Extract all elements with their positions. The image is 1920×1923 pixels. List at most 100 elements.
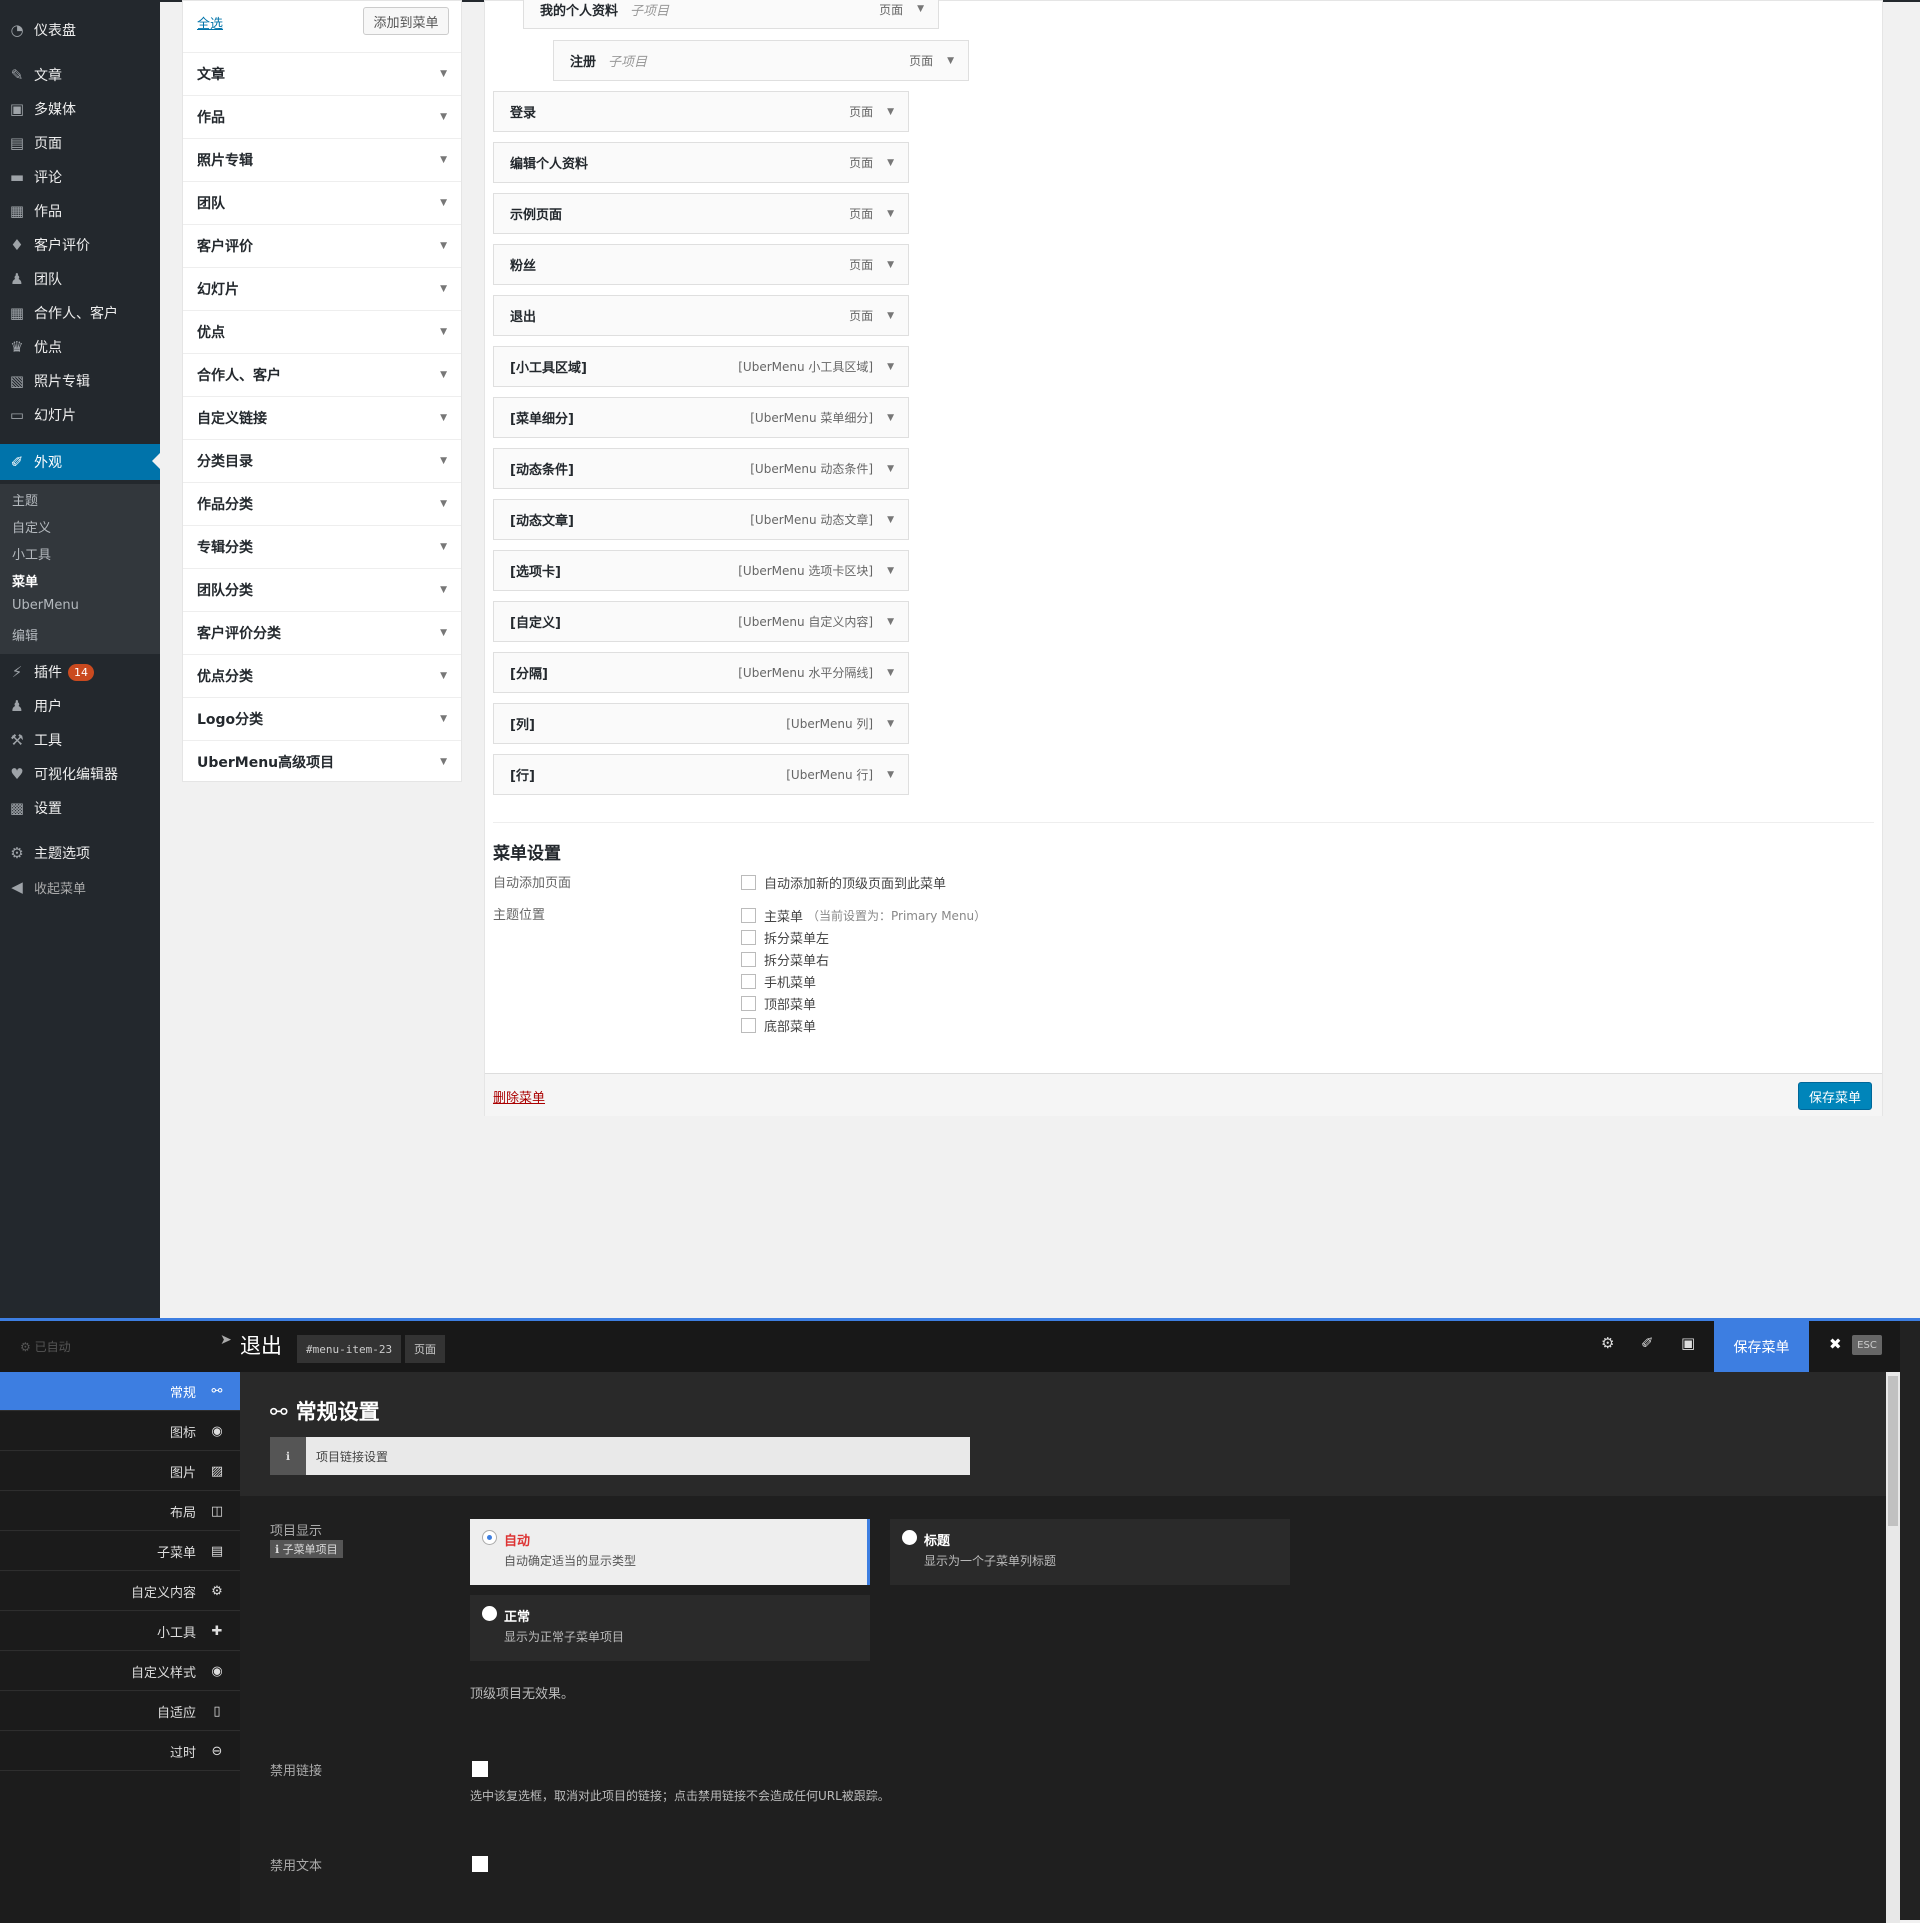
- tab-responsive[interactable]: 自适应 ▯: [0, 1692, 240, 1731]
- caret-down-icon[interactable]: ▼: [887, 770, 894, 780]
- caret-down-icon[interactable]: ▼: [887, 107, 894, 117]
- disable-link-checkbox[interactable]: [472, 1761, 488, 1777]
- caret-down-icon[interactable]: ▼: [887, 515, 894, 525]
- menu-collapse[interactable]: ◀ 收起菜单: [0, 870, 160, 904]
- caret-down-icon[interactable]: ▼: [887, 311, 894, 321]
- tab-custom-style[interactable]: 自定义样式 ◉: [0, 1652, 240, 1691]
- caret-down-icon[interactable]: ▼: [887, 362, 894, 372]
- select-all-link[interactable]: 全选: [197, 13, 223, 32]
- accordion-portfolio-categories[interactable]: 作品分类 ▼: [183, 482, 461, 525]
- tab-submenu[interactable]: 子菜单 ▤: [0, 1532, 240, 1571]
- accordion-categories[interactable]: 分类目录 ▼: [183, 439, 461, 482]
- menu-pages[interactable]: ▤ 页面: [0, 126, 160, 160]
- checkbox[interactable]: [741, 974, 756, 989]
- submenu-ubermenu[interactable]: UberMenu: [12, 598, 79, 613]
- caret-down-icon[interactable]: ▼: [887, 464, 894, 474]
- menu-users[interactable]: ♟ 用户: [0, 689, 160, 723]
- location-split-left[interactable]: 拆分菜单左: [741, 928, 829, 947]
- navigation-arrow-icon[interactable]: ➤: [220, 1332, 232, 1348]
- radio-button[interactable]: [482, 1530, 497, 1545]
- tab-widgets[interactable]: 小工具 ✚: [0, 1612, 240, 1651]
- menu-item[interactable]: [自定义] [UberMenu 自定义内容] ▼: [493, 601, 909, 642]
- gear-icon[interactable]: ⚙: [1601, 1334, 1614, 1352]
- radio-button[interactable]: [902, 1530, 917, 1545]
- caret-down-icon[interactable]: ▼: [887, 668, 894, 678]
- tab-image[interactable]: 图片 ▨: [0, 1452, 240, 1491]
- menu-item[interactable]: [动态文章] [UberMenu 动态文章] ▼: [493, 499, 909, 540]
- menu-gallery[interactable]: ▧ 照片专辑: [0, 364, 160, 398]
- tab-layout[interactable]: 布局 ◫: [0, 1492, 240, 1531]
- menu-slides[interactable]: ▭ 幻灯片: [0, 398, 160, 432]
- auto-add-checkbox-row[interactable]: 自动添加新的顶级页面到此菜单: [741, 873, 946, 892]
- menu-item[interactable]: [小工具区域] [UberMenu 小工具区域] ▼: [493, 346, 909, 387]
- menu-item[interactable]: 我的个人资料 子项目 页面 ▼: [523, 0, 939, 29]
- checkbox[interactable]: [741, 930, 756, 945]
- display-option-header[interactable]: 标题 显示为一个子菜单列标题: [890, 1519, 1290, 1585]
- tab-general[interactable]: 常规 ⚯: [0, 1372, 247, 1411]
- accordion-gallery[interactable]: 照片专辑 ▼: [183, 138, 461, 181]
- accordion-album-categories[interactable]: 专辑分类 ▼: [183, 525, 461, 568]
- caret-down-icon[interactable]: ▼: [947, 56, 954, 66]
- disable-text-checkbox[interactable]: [472, 1856, 488, 1872]
- menu-item[interactable]: [行] [UberMenu 行] ▼: [493, 754, 909, 795]
- menu-appearance[interactable]: ✐ 外观: [0, 444, 160, 480]
- menu-item[interactable]: 示例页面 页面 ▼: [493, 193, 909, 234]
- scrollbar[interactable]: [1886, 1372, 1900, 1923]
- menu-item[interactable]: [动态条件] [UberMenu 动态条件] ▼: [493, 448, 909, 489]
- menu-testimonials[interactable]: ♦ 客户评价: [0, 228, 160, 262]
- menu-item[interactable]: 退出 页面 ▼: [493, 295, 909, 336]
- menu-portfolio[interactable]: ▦ 作品: [0, 194, 160, 228]
- esc-key-badge[interactable]: ESC: [1852, 1335, 1882, 1355]
- checkbox[interactable]: [741, 875, 756, 890]
- scrollbar-thumb[interactable]: [1888, 1376, 1898, 1526]
- floppy-disk-icon[interactable]: ▣: [1681, 1334, 1695, 1352]
- tab-icon[interactable]: 图标 ◉: [0, 1412, 240, 1451]
- caret-down-icon[interactable]: ▼: [887, 209, 894, 219]
- display-option-auto[interactable]: 自动 自动确定适当的显示类型: [470, 1519, 870, 1585]
- accordion-team-categories[interactable]: 团队分类 ▼: [183, 568, 461, 611]
- menu-item[interactable]: [列] [UberMenu 列] ▼: [493, 703, 909, 744]
- caret-down-icon[interactable]: ▼: [887, 617, 894, 627]
- menu-team[interactable]: ♟ 团队: [0, 262, 160, 296]
- menu-features[interactable]: ♛ 优点: [0, 330, 160, 364]
- accordion-slides[interactable]: 幻灯片 ▼: [183, 267, 461, 310]
- submenu-themes[interactable]: 主题: [12, 490, 38, 509]
- tab-deprecated[interactable]: 过时 ⊖: [0, 1732, 240, 1771]
- accordion-feature-categories[interactable]: 优点分类 ▼: [183, 654, 461, 697]
- accordion-custom-links[interactable]: 自定义链接 ▼: [183, 396, 461, 439]
- accordion-testimonial-categories[interactable]: 客户评价分类 ▼: [183, 611, 461, 654]
- save-menu-button[interactable]: 保存菜单: [1798, 1082, 1872, 1110]
- tab-custom-content[interactable]: 自定义内容 ⚙: [0, 1572, 240, 1611]
- caret-down-icon[interactable]: ▼: [887, 719, 894, 729]
- menu-settings[interactable]: ▩ 设置: [0, 791, 160, 825]
- menu-media[interactable]: ▣ 多媒体: [0, 92, 160, 126]
- checkbox[interactable]: [741, 908, 756, 923]
- menu-visual-composer[interactable]: ♥ 可视化编辑器: [0, 757, 160, 791]
- caret-down-icon[interactable]: ▼: [887, 413, 894, 423]
- accordion-logo-categories[interactable]: Logo分类 ▼: [183, 697, 461, 740]
- menu-item[interactable]: 登录 页面 ▼: [493, 91, 909, 132]
- location-mobile[interactable]: 手机菜单: [741, 972, 816, 991]
- menu-plugins[interactable]: ⚡ 插件 14: [0, 655, 160, 689]
- accordion-team[interactable]: 团队 ▼: [183, 181, 461, 224]
- menu-comments[interactable]: ▬ 评论: [0, 160, 160, 194]
- location-primary[interactable]: 主菜单 （当前设置为：Primary Menu）: [741, 906, 986, 925]
- menu-item[interactable]: [菜单细分] [UberMenu 菜单细分] ▼: [493, 397, 909, 438]
- location-top[interactable]: 顶部菜单: [741, 994, 816, 1013]
- menu-partners[interactable]: ▦ 合作人、客户: [0, 296, 160, 330]
- add-to-menu-button[interactable]: 添加到菜单: [363, 7, 449, 35]
- menu-tools[interactable]: ⚒ 工具: [0, 723, 160, 757]
- accordion-testimonials[interactable]: 客户评价 ▼: [183, 224, 461, 267]
- accordion-features[interactable]: 优点 ▼: [183, 310, 461, 353]
- menu-item[interactable]: 注册 子项目 页面 ▼: [553, 40, 969, 81]
- location-footer[interactable]: 底部菜单: [741, 1016, 816, 1035]
- checkbox[interactable]: [741, 1018, 756, 1033]
- menu-theme-options[interactable]: ⚙ 主题选项: [0, 836, 160, 870]
- radio-button[interactable]: [482, 1606, 497, 1621]
- accordion-portfolio[interactable]: 作品 ▼: [183, 95, 461, 138]
- submenu-widgets[interactable]: 小工具: [12, 544, 51, 563]
- accordion-posts[interactable]: 文章 ▼: [183, 52, 461, 95]
- caret-down-icon[interactable]: ▼: [887, 566, 894, 576]
- location-split-right[interactable]: 拆分菜单右: [741, 950, 829, 969]
- delete-menu-link[interactable]: 删除菜单: [493, 1087, 545, 1106]
